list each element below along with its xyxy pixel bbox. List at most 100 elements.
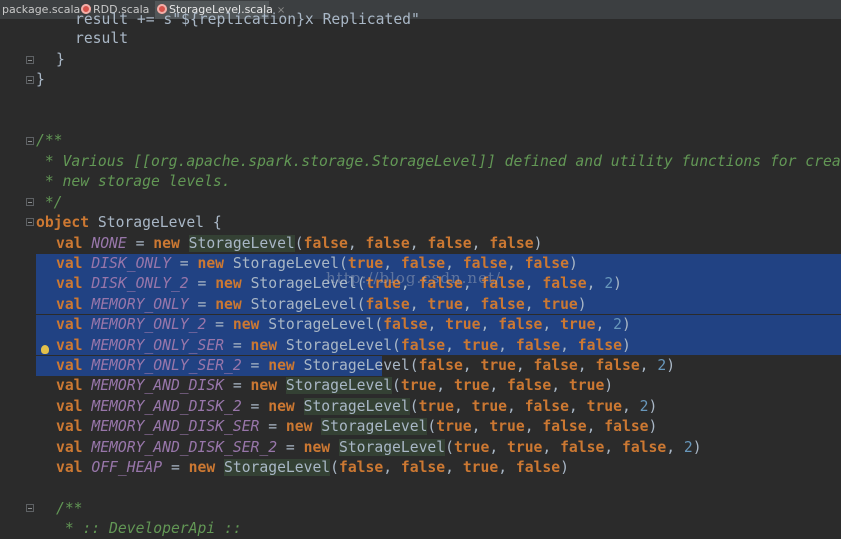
paren: ( [356,295,366,313]
tab-package-scala[interactable]: package.scala× [0,1,93,19]
bool-arg: false [400,459,446,476]
field-name: MEMORY_ONLY [91,295,189,313]
comma: , [480,316,499,334]
storage-level-line: val MEMORY_AND_DISK_SER = new StorageLev… [56,417,657,437]
bool-arg: true [427,295,463,313]
field-name: MEMORY_AND_DISK_SER_2 [91,438,278,456]
comma: , [666,438,684,456]
class-name: StorageLevel [232,255,339,272]
replication-arg: 2 [613,316,622,334]
assign-op: = [241,357,269,374]
doc-comment-line: * Various [[org.apache.spark.storage.Sto… [36,153,841,170]
comma: , [586,418,605,436]
paren: ( [392,336,401,354]
class-name: StorageLevel [188,234,295,252]
bool-arg: false [515,459,561,476]
bool-arg: true [462,459,499,476]
storage-level-line: val MEMORY_ONLY_SER_2 = new StorageLevel… [56,356,675,376]
new-keyword: new [188,459,216,476]
fold-marker-icon[interactable] [26,504,34,512]
val-keyword: val [56,377,83,395]
field-name: OFF_HEAP [91,459,163,476]
comma: , [445,336,463,354]
paren: ( [330,459,339,476]
bool-arg: false [577,336,622,354]
val-keyword: val [56,275,83,293]
paren: ( [409,397,419,415]
bool-arg: false [365,295,410,313]
comma: , [489,438,508,456]
paren: ) [666,357,676,374]
field-name: NONE [91,234,127,252]
fold-marker-icon[interactable] [26,218,34,226]
field-name: MEMORY_AND_DISK_SER [91,418,260,436]
bool-arg: true [507,438,543,456]
doc-comment-line: */ [36,194,63,211]
code-editor[interactable]: result += s"${replication}x Replicated" … [0,11,841,537]
paren: ) [568,255,578,272]
assign-op: = [170,255,198,272]
val-keyword: val [56,295,83,313]
code-line: } [56,51,65,68]
class-name: StorageLevel [268,316,375,334]
comma: , [542,438,561,456]
bool-arg: true [453,377,490,395]
field-name: MEMORY_ONLY_SER_2 [91,357,242,374]
comma: , [551,377,569,395]
storage-level-line: val MEMORY_ONLY_2 = new StorageLevel(fal… [56,315,631,335]
replication-arg: 2 [604,275,614,293]
paren: ) [648,418,658,436]
val-keyword: val [56,336,83,354]
bool-arg: false [365,234,410,252]
comma: , [498,336,516,354]
paren: ) [533,234,543,252]
fold-marker-icon[interactable] [26,198,34,206]
paren: ) [604,377,614,395]
class-name: StorageLevel [321,418,428,436]
paren: ( [445,438,454,456]
doc-comment-line: * :: DeveloperApi :: [56,520,242,537]
bool-arg: false [524,255,569,272]
class-name: StorageLevel [285,336,393,354]
comma: , [586,275,605,293]
bool-arg: false [489,234,534,252]
val-keyword: val [56,418,83,436]
bool-arg: false [480,295,525,313]
doc-comment-line: /** [56,500,83,517]
paren: ) [613,275,622,293]
comma: , [462,295,481,313]
new-keyword: new [215,275,242,293]
assign-op: = [206,316,233,334]
fold-marker-icon[interactable] [26,137,34,145]
fold-marker-icon[interactable] [26,56,34,64]
bool-arg: false [560,438,605,456]
paren: ) [560,459,569,476]
comma: , [471,418,490,436]
new-keyword: new [285,418,313,436]
bool-arg: false [515,336,561,354]
class-name: StorageLevel [338,438,446,456]
assign-op: = [224,336,251,354]
fold-marker-icon[interactable] [26,76,34,84]
val-keyword: val [56,459,83,476]
comma: , [515,357,534,374]
bool-arg: false [604,418,649,436]
bool-arg: false [621,438,667,456]
comma: , [383,459,401,476]
class-name: StorageLevel [250,295,357,313]
val-keyword: val [56,438,83,456]
comma: , [524,275,543,293]
new-keyword: new [268,357,295,374]
assign-op: = [188,275,216,293]
code-line: result += s"${replication}x Replicated" [75,11,420,28]
paren: ( [374,316,384,334]
comma: , [621,397,640,415]
lightbulb-icon[interactable] [41,345,49,354]
new-keyword: new [197,255,225,272]
storage-level-line: val MEMORY_AND_DISK = new StorageLevel(t… [56,376,613,396]
